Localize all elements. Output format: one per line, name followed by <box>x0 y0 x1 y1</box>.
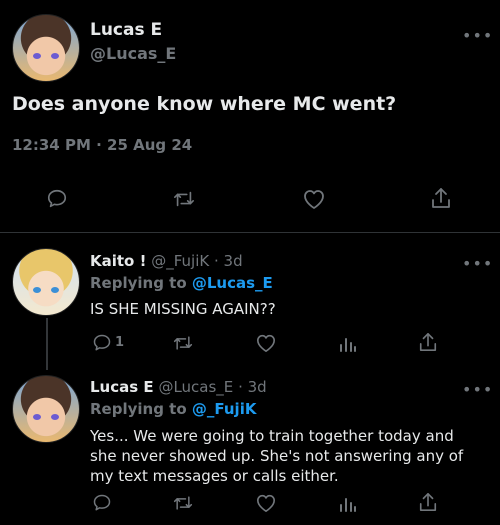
analytics-icon[interactable] <box>339 333 357 353</box>
more-icon[interactable]: ••• <box>462 382 493 398</box>
reply-count: 1 <box>115 335 125 350</box>
avatar-eye <box>51 414 59 420</box>
thread-line <box>46 318 48 370</box>
avatar[interactable] <box>12 248 80 316</box>
author-handle[interactable]: @Lucas_E <box>158 378 233 396</box>
replying-to: Replying to @_FujiK <box>90 400 256 418</box>
retweet-icon[interactable] <box>172 188 196 210</box>
avatar[interactable] <box>12 375 80 443</box>
reply-header: Kaito ! @_FujiK · 3d <box>90 252 243 270</box>
share-icon[interactable] <box>430 186 452 210</box>
avatar-eye <box>51 53 59 59</box>
reply-icon[interactable] <box>92 493 112 513</box>
reply-header: Lucas E @Lucas_E · 3d <box>90 378 267 396</box>
replying-to-handle[interactable]: @Lucas_E <box>192 274 273 292</box>
author-handle[interactable]: @Lucas_E <box>90 44 176 63</box>
reply-age: · 3d <box>214 252 243 270</box>
author-name[interactable]: Lucas E <box>90 20 162 40</box>
avatar-eye <box>51 287 59 293</box>
avatar-eye <box>33 53 41 59</box>
share-icon[interactable] <box>418 491 438 513</box>
reply-text: Yes... We were going to train together t… <box>90 427 464 485</box>
retweet-icon[interactable] <box>172 333 194 353</box>
avatar[interactable] <box>12 14 80 82</box>
replying-to-handle[interactable]: @_FujiK <box>192 400 257 418</box>
replying-to: Replying to @Lucas_E <box>90 274 273 292</box>
avatar-eye <box>33 414 41 420</box>
reply-icon[interactable] <box>92 333 112 353</box>
reply-icon[interactable] <box>46 188 68 210</box>
replying-to-label: Replying to <box>90 274 187 292</box>
like-icon[interactable] <box>255 493 277 513</box>
more-icon[interactable]: ••• <box>462 28 493 44</box>
avatar-eye <box>33 287 41 293</box>
tweet-text: Does anyone know where MC went? <box>12 93 397 115</box>
more-icon[interactable]: ••• <box>462 256 493 272</box>
like-icon[interactable] <box>302 188 326 210</box>
divider <box>0 232 500 233</box>
reply-text: IS SHE MISSING AGAIN?? <box>90 300 276 318</box>
reply-age: · 3d <box>238 378 267 396</box>
author-name[interactable]: Kaito ! <box>90 252 146 270</box>
analytics-icon[interactable] <box>339 493 357 513</box>
tweet-timestamp: 12:34 PM · 25 Aug 24 <box>12 136 193 154</box>
replying-to-label: Replying to <box>90 400 187 418</box>
author-handle[interactable]: @_FujiK <box>151 252 209 270</box>
share-icon[interactable] <box>418 331 438 353</box>
author-name[interactable]: Lucas E <box>90 378 154 396</box>
like-icon[interactable] <box>255 333 277 353</box>
retweet-icon[interactable] <box>172 493 194 513</box>
